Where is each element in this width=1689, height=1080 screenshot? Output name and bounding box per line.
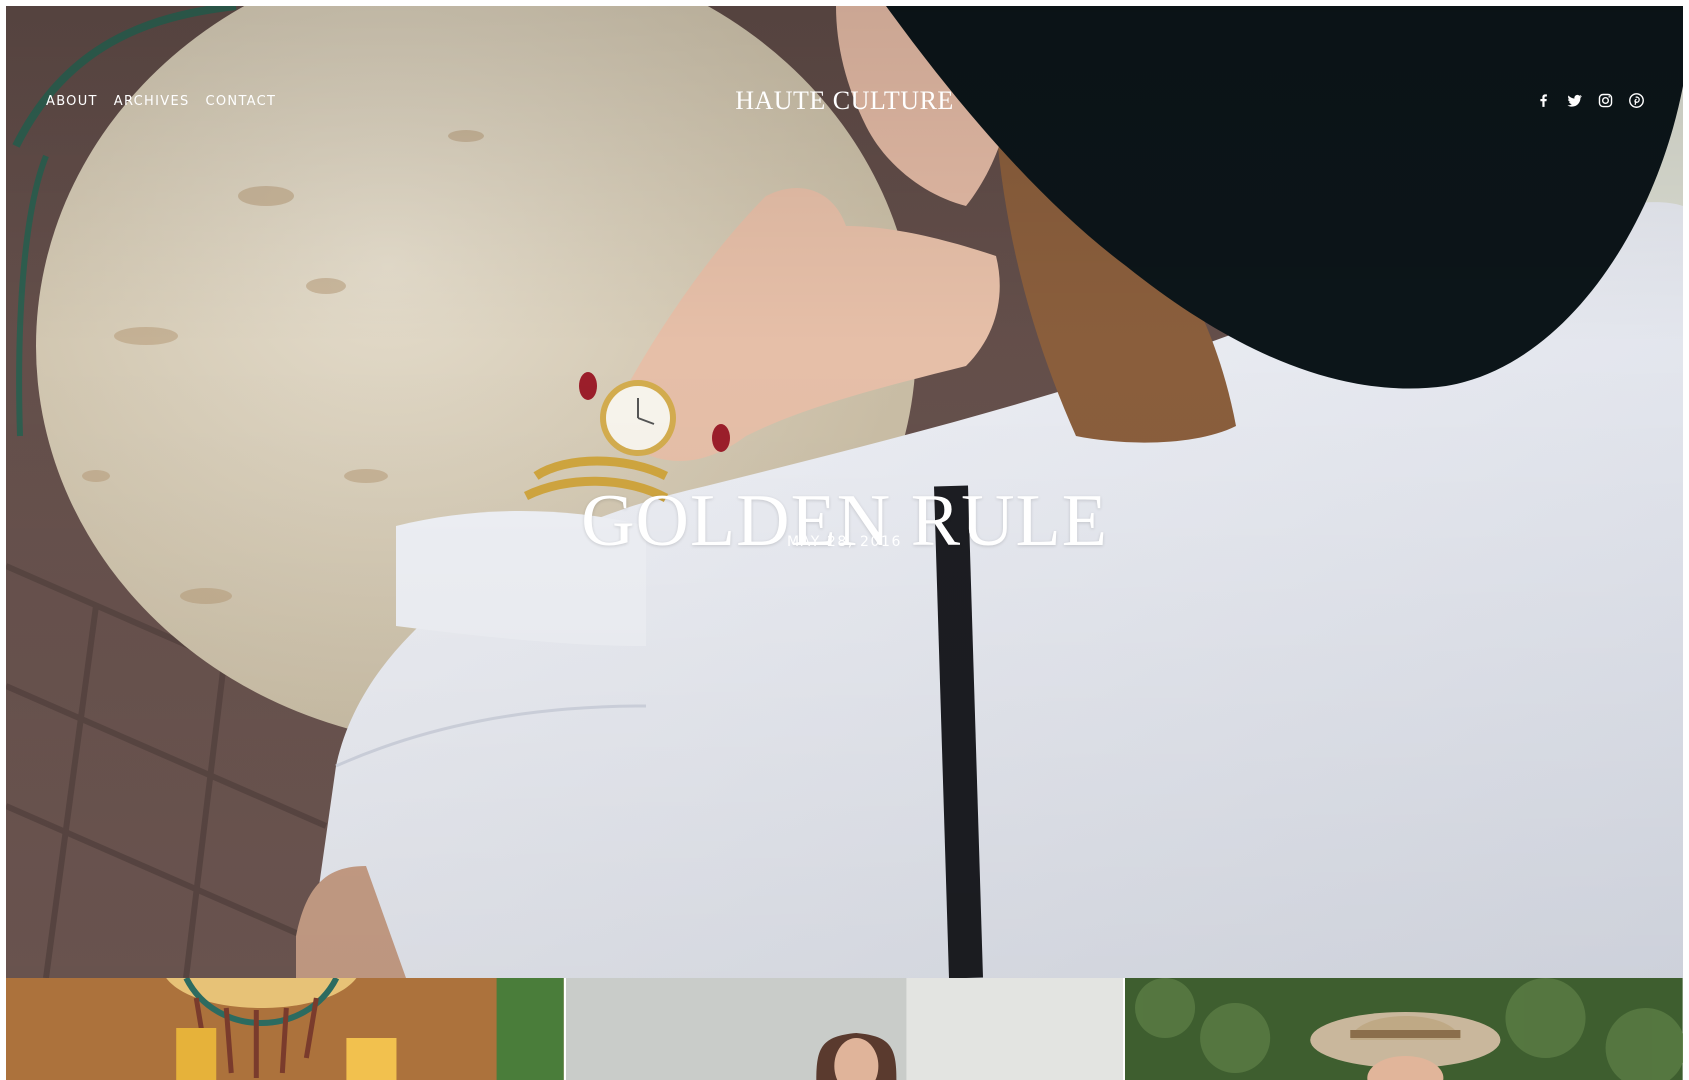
thumbnail-photo (565, 978, 1124, 1080)
social-links (1535, 92, 1645, 109)
nav-contact[interactable]: CONTACT (206, 94, 277, 109)
thumbnail-photo (6, 978, 564, 1080)
post-thumbnails (6, 978, 1684, 1080)
nav-about[interactable]: ABOUT (46, 94, 98, 109)
post-date: MAY 28, 2016 (786, 534, 903, 550)
nav-archives[interactable]: ARCHIVES (114, 94, 190, 109)
twitter-icon[interactable] (1566, 92, 1583, 109)
pinterest-icon[interactable] (1628, 92, 1645, 109)
post-thumbnail[interactable] (6, 978, 564, 1080)
facebook-icon[interactable] (1535, 92, 1552, 109)
post-thumbnail[interactable] (1125, 978, 1684, 1080)
top-nav: ABOUT ARCHIVES CONTACT (46, 94, 276, 109)
thumbnail-photo (1125, 978, 1684, 1080)
post-thumbnail[interactable] (565, 978, 1124, 1080)
hero-banner[interactable]: ABOUT ARCHIVES CONTACT HAUTE CULTURE GOL… (6, 6, 1683, 978)
instagram-icon[interactable] (1597, 92, 1614, 109)
site-title[interactable]: HAUTE CULTURE (735, 86, 954, 115)
